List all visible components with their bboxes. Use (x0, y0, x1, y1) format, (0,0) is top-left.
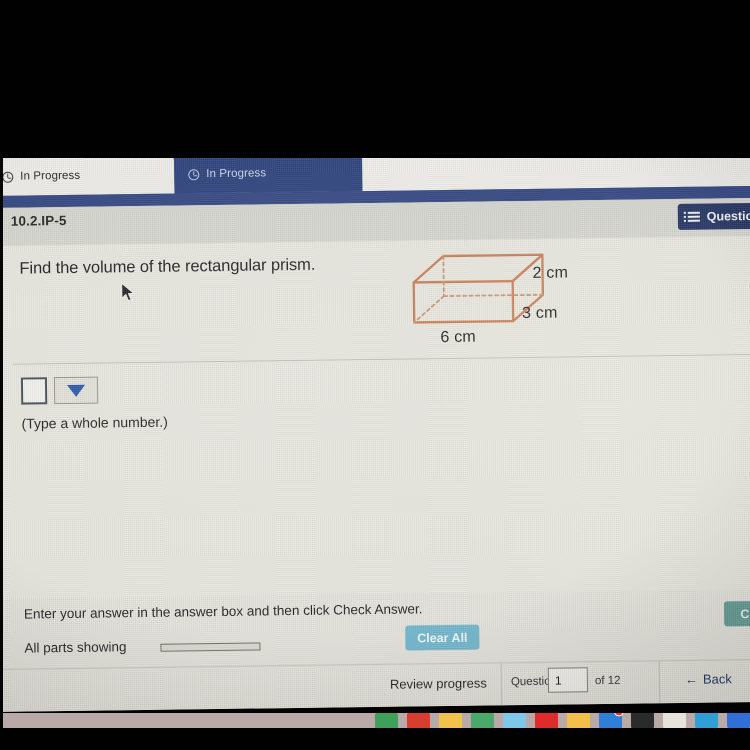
triangle-down-icon (66, 384, 86, 397)
rectangular-prism-figure: 2 cm 3 cm 6 cm (397, 241, 648, 359)
check-answer-button[interactable]: Check (723, 600, 750, 627)
browser-tab-label: In Progress (206, 167, 267, 181)
question-help-label: Question (706, 208, 750, 224)
question-canvas: Find the volume of the rectangular prism… (0, 235, 750, 689)
back-label: Back (702, 671, 732, 687)
nav-separator (500, 663, 503, 707)
back-button[interactable]: ← Back (685, 671, 732, 687)
footer-instruction: Enter your answer in the answer box and … (23, 601, 423, 622)
browser-tab-label: In Progress (20, 169, 81, 183)
clock-icon (2, 171, 14, 183)
notification-badge (613, 713, 624, 717)
clock-icon (188, 168, 200, 180)
nav-separator (658, 661, 661, 705)
computer-screen: In Progress In Progress Question Another… (0, 145, 750, 712)
answer-divider (12, 353, 750, 365)
answer-row (20, 376, 99, 405)
prism-svg (412, 253, 545, 324)
mouse-cursor-icon (121, 282, 136, 302)
letterbox-left (0, 155, 3, 730)
question-nav-bar: Review progress Question 1 of 12 ← Back (0, 658, 750, 712)
review-progress-button[interactable]: Review progress (390, 676, 487, 692)
prism-depth-label: 3 cm (521, 304, 558, 323)
browser-tab-in-progress-2[interactable]: In Progress (174, 153, 363, 194)
question-total-label: of 12 (594, 674, 621, 688)
photographed-screen: In Progress In Progress Question Another… (0, 0, 750, 750)
question-help-button[interactable]: Question (677, 202, 750, 230)
parts-progress-bar (160, 642, 261, 652)
unit-dropdown[interactable] (53, 376, 99, 405)
answer-input[interactable] (20, 377, 48, 405)
prism-length-label: 6 cm (440, 328, 477, 347)
exercise-id: 10.2.IP-5 (10, 212, 67, 229)
all-parts-label: All parts showing (24, 639, 127, 656)
question-number-input[interactable]: 1 (547, 667, 589, 693)
arrow-left-icon: ← (684, 671, 699, 687)
question-prompt: Find the volume of the rectangular prism… (19, 255, 316, 278)
answer-hint: (Type a whole number.) (21, 413, 168, 432)
letterbox-top (0, 0, 750, 158)
letterbox-bottom (0, 728, 750, 750)
clear-all-button[interactable]: Clear All (405, 624, 480, 651)
browser-tab-in-progress-1[interactable]: In Progress (0, 155, 175, 196)
list-icon (687, 211, 700, 223)
footer-bar: Enter your answer in the answer box and … (0, 588, 750, 712)
prism-height-label: 2 cm (532, 264, 569, 282)
